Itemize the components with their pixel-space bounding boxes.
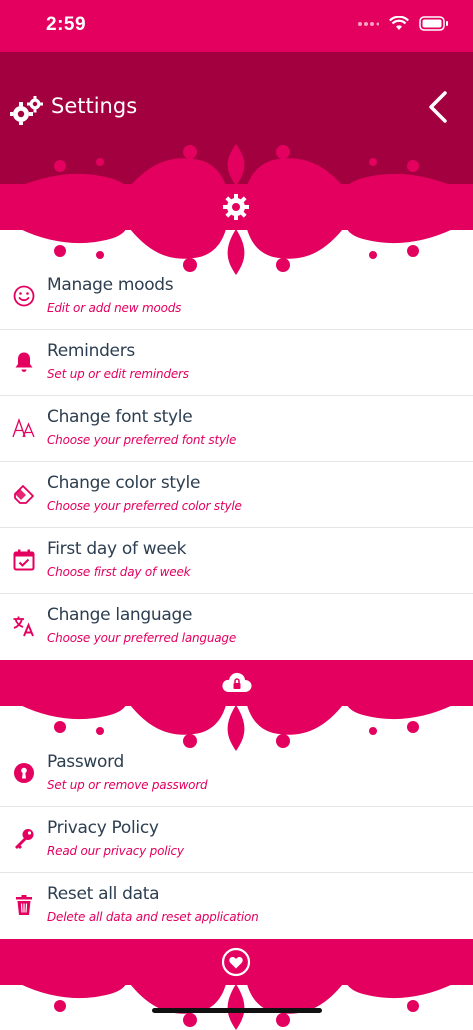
item-subtitle: Delete all data and reset application <box>47 910 259 924</box>
eraser-icon <box>14 485 34 504</box>
status-bar: 2:59 <box>0 0 473 52</box>
item-subtitle: Set up or edit reminders <box>47 367 189 381</box>
item-title: Change font style <box>47 407 193 427</box>
smiley-icon <box>13 285 35 307</box>
signal-icon <box>358 21 379 26</box>
ornament-divider <box>20 984 453 1030</box>
item-subtitle: Set up or remove password <box>47 778 208 792</box>
item-subtitle: Choose your preferred color style <box>47 499 242 513</box>
item-title: First day of week <box>47 539 187 559</box>
settings-item-language[interactable]: Change language Choose your preferred la… <box>0 594 473 660</box>
translate-icon <box>13 616 34 637</box>
trash-icon <box>16 895 32 915</box>
item-title: Reset all data <box>47 884 160 904</box>
item-subtitle: Read our privacy policy <box>47 844 184 858</box>
page-title: Settings <box>51 94 138 118</box>
item-title: Manage moods <box>47 275 174 295</box>
header: Settings <box>0 52 473 184</box>
settings-item-reminders[interactable]: Reminders Set up or edit reminders <box>0 330 473 396</box>
settings-item-manage-moods[interactable]: Manage moods Edit or add new moods <box>0 264 473 330</box>
settings-item-color-style[interactable]: Change color style Choose your preferred… <box>0 462 473 528</box>
battery-icon <box>419 16 448 31</box>
header-ornament <box>25 144 448 184</box>
section-band-about <box>0 939 473 985</box>
item-title: Change language <box>47 605 193 625</box>
item-title: Reminders <box>47 341 135 361</box>
section-band-security <box>0 660 473 706</box>
item-subtitle: Choose first day of week <box>47 565 191 579</box>
back-button[interactable] <box>425 90 455 124</box>
font-icon <box>12 418 35 438</box>
bell-icon <box>15 352 33 372</box>
settings-item-font-style[interactable]: Change font style Choose your preferred … <box>0 396 473 462</box>
item-title: Privacy Policy <box>47 818 159 838</box>
item-title: Password <box>47 752 125 772</box>
item-subtitle: Edit or add new moods <box>47 301 182 315</box>
calendar-check-icon <box>13 549 35 571</box>
status-time: 2:59 <box>46 14 87 35</box>
gear-badge-icon <box>223 194 249 220</box>
item-subtitle: Choose your preferred font style <box>47 433 237 447</box>
settings-item-first-day[interactable]: First day of week Choose first day of we… <box>0 528 473 594</box>
cloud-lock-icon <box>222 672 252 692</box>
key-icon <box>15 829 34 849</box>
item-title: Change color style <box>47 473 201 493</box>
heart-icon <box>221 947 251 977</box>
keyhole-icon <box>14 763 34 783</box>
gears-icon <box>10 96 43 125</box>
section-band-general <box>0 184 473 230</box>
settings-item-reset-data[interactable]: Reset all data Delete all data and reset… <box>0 873 473 939</box>
wifi-icon <box>389 16 409 30</box>
home-indicator[interactable] <box>152 1008 322 1013</box>
item-subtitle: Choose your preferred language <box>47 631 237 645</box>
settings-item-password[interactable]: Password Set up or remove password <box>0 741 473 807</box>
settings-item-privacy-policy[interactable]: Privacy Policy Read our privacy policy <box>0 807 473 873</box>
